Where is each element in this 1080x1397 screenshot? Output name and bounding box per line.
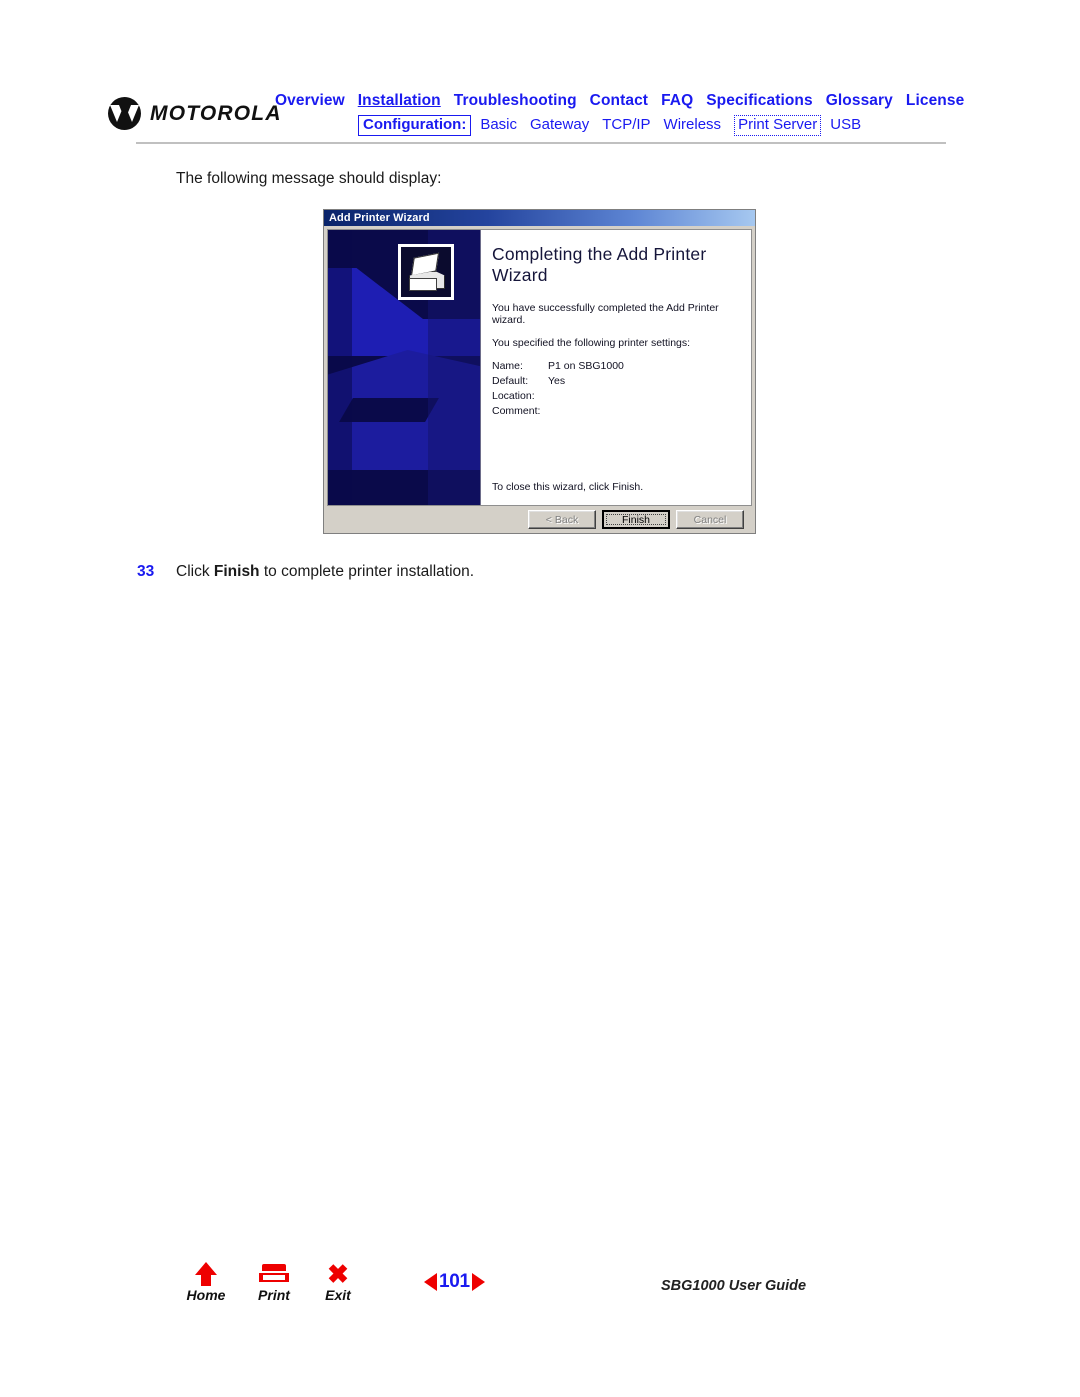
previous-page-icon[interactable] <box>424 1273 437 1291</box>
nav-link-faq[interactable]: FAQ <box>661 90 693 112</box>
wizard-banner-graphic <box>328 230 481 505</box>
printer-settings-table: Name: P1 on SBG1000 Default: Yes Locatio… <box>492 360 624 420</box>
step-number: 33 <box>137 563 155 580</box>
header-divider <box>136 142 946 144</box>
wizard-closing-text: To close this wizard, click Finish. <box>492 481 644 493</box>
dialog-title: Add Printer Wizard <box>329 212 430 224</box>
setting-value-default: Yes <box>548 375 566 387</box>
nav-link-contact[interactable]: Contact <box>590 90 648 112</box>
finish-button[interactable]: Finish <box>602 510 670 529</box>
dialog-titlebar: Add Printer Wizard <box>324 210 755 226</box>
setting-key-name: Name: <box>492 360 523 372</box>
primary-nav-row: Overview Installation Troubleshooting Conta… <box>275 90 1065 112</box>
page-header: MOTOROLA Overview Installation Troubleshoo… <box>0 0 1080 150</box>
setting-key-comment: Comment: <box>492 405 541 417</box>
next-page-icon[interactable] <box>471 1273 485 1291</box>
table-row: Comment: <box>492 405 624 420</box>
site-navigation: Overview Installation Troubleshooting Conta… <box>275 90 1065 136</box>
home-icon <box>171 1260 241 1286</box>
wizard-content-pane: Completing the Add Printer Wizard You ha… <box>481 230 751 505</box>
motorola-wordmark: MOTOROLA <box>150 101 282 125</box>
dialog-button-bar: < Back Finish Cancel <box>327 507 752 532</box>
step-text: Click Finish to complete printer install… <box>176 563 474 581</box>
motorola-logo: MOTOROLA <box>108 97 282 130</box>
configuration-label: Configuration: <box>358 114 472 136</box>
nav-link-troubleshooting[interactable]: Troubleshooting <box>454 90 577 112</box>
nav-link-usb[interactable]: USB <box>830 114 861 136</box>
cancel-button[interactable]: Cancel <box>676 510 744 529</box>
close-x-icon: ✖ <box>327 1259 349 1289</box>
intro-text: The following message should display: <box>176 170 442 187</box>
home-label: Home <box>186 1287 226 1303</box>
motorola-m-icon <box>108 97 141 130</box>
table-row: Default: Yes <box>492 375 624 390</box>
page-number: 101 <box>439 1271 470 1292</box>
nav-link-specifications[interactable]: Specifications <box>706 90 813 112</box>
exit-label: Exit <box>325 1287 351 1303</box>
nav-link-license[interactable]: License <box>906 90 964 112</box>
back-button[interactable]: < Back <box>528 510 596 529</box>
nav-link-basic[interactable]: Basic <box>480 114 517 136</box>
nav-link-installation[interactable]: Installation <box>358 90 441 112</box>
nav-link-overview[interactable]: Overview <box>275 90 345 112</box>
printer-icon <box>398 244 454 300</box>
print-label: Print <box>258 1287 290 1303</box>
print-button[interactable]: Print <box>239 1260 309 1303</box>
setting-value-location <box>544 390 624 405</box>
nav-link-gateway[interactable]: Gateway <box>530 114 589 136</box>
secondary-nav-row: Configuration: Basic Gateway TCP/IP Wireless… <box>275 114 1065 136</box>
nav-link-tcpip[interactable]: TCP/IP <box>602 114 650 136</box>
nav-link-glossary[interactable]: Glossary <box>826 90 893 112</box>
add-printer-wizard-dialog: Add Printer Wizard Completing the Add Pr… <box>323 209 756 534</box>
nav-link-print-server[interactable]: Print Server <box>734 114 822 136</box>
printer-icon <box>239 1260 309 1286</box>
page-footer: Home Print ✖ Exit 101 SBG1000 User Guide <box>0 1258 1080 1328</box>
table-row: Location: <box>492 390 624 405</box>
setting-value-name: P1 on SBG1000 <box>548 360 624 372</box>
setting-key-location: Location: <box>492 390 535 402</box>
dialog-body: Completing the Add Printer Wizard You ha… <box>327 229 752 506</box>
focus-ring <box>606 514 666 525</box>
page-navigator: 101 <box>424 1271 485 1293</box>
setting-value-comment <box>544 405 624 420</box>
table-row: Name: P1 on SBG1000 <box>492 360 624 375</box>
step-instruction: 33 Click Finish to complete printer inst… <box>137 563 474 581</box>
exit-button[interactable]: ✖ Exit <box>303 1260 373 1303</box>
setting-key-default: Default: <box>492 375 529 387</box>
document-title: SBG1000 User Guide <box>661 1278 807 1294</box>
nav-link-wireless[interactable]: Wireless <box>664 114 722 136</box>
wizard-heading: Completing the Add Printer Wizard <box>492 244 707 285</box>
step-text-after: to complete printer installation. <box>259 563 475 580</box>
wizard-paragraph-2: You specified the following printer sett… <box>492 337 691 349</box>
home-button[interactable]: Home <box>171 1260 241 1303</box>
step-text-bold: Finish <box>213 563 260 580</box>
step-text-before: Click <box>176 563 214 580</box>
wizard-paragraph-1: You have successfully completed the Add … <box>492 302 719 326</box>
